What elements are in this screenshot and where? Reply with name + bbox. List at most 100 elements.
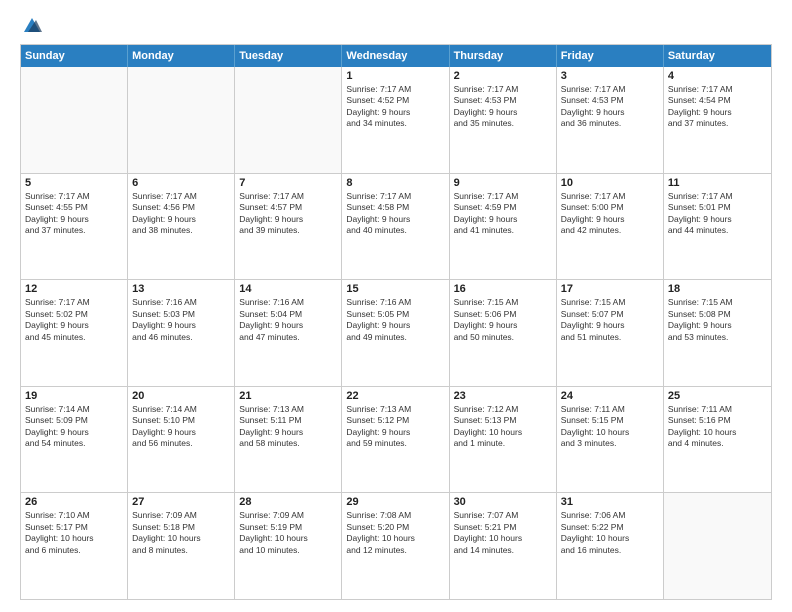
day-number: 29 — [346, 496, 444, 508]
day-number: 26 — [25, 496, 123, 508]
day-number: 1 — [346, 70, 444, 82]
calendar-cell: 26 Sunrise: 7:10 AM Sunset: 5:17 PM Dayli… — [21, 493, 128, 599]
day-number: 6 — [132, 177, 230, 189]
calendar-header-cell: Friday — [557, 45, 664, 67]
day-info: Sunrise: 7:17 AM Sunset: 4:52 PM Dayligh… — [346, 84, 444, 130]
calendar-cell: 13Sunrise: 7:16 AM Sunset: 5:03 PM Dayli… — [128, 280, 235, 386]
day-number: 2 — [454, 70, 552, 82]
calendar-cell: 3 Sunrise: 7:17 AM Sunset: 4:53 PM Daylig… — [557, 67, 664, 173]
calendar-header-cell: Wednesday — [342, 45, 449, 67]
day-info: Sunrise: 7:17 AM Sunset: 4:56 PM Dayligh… — [132, 191, 230, 237]
day-number: 15 — [346, 283, 444, 295]
day-info: Sunrise: 7:13 AM Sunset: 5:11 PM Dayligh… — [239, 404, 337, 450]
page-header — [20, 16, 772, 34]
day-number: 5 — [25, 177, 123, 189]
calendar-cell — [21, 67, 128, 173]
day-number: 7 — [239, 177, 337, 189]
day-number: 18 — [668, 283, 767, 295]
calendar-cell — [664, 493, 771, 599]
day-info: Sunrise: 7:16 AM Sunset: 5:05 PM Dayligh… — [346, 297, 444, 343]
calendar-cell: 22 Sunrise: 7:13 AM Sunset: 5:12 PM Dayli… — [342, 387, 449, 493]
day-number: 30 — [454, 496, 552, 508]
day-info: Sunrise: 7:17 AM Sunset: 5:01 PM Dayligh… — [668, 191, 767, 237]
day-info: Sunrise: 7:08 AM Sunset: 5:20 PM Dayligh… — [346, 510, 444, 556]
day-info: Sunrise: 7:14 AM Sunset: 5:09 PM Dayligh… — [25, 404, 123, 450]
calendar-header-cell: Tuesday — [235, 45, 342, 67]
day-number: 27 — [132, 496, 230, 508]
calendar-row: 19 Sunrise: 7:14 AM Sunset: 5:09 PM Dayli… — [21, 386, 771, 493]
calendar-cell: 12 Sunrise: 7:17 AM Sunset: 5:02 PM Dayli… — [21, 280, 128, 386]
calendar-cell: 7 Sunrise: 7:17 AM Sunset: 4:57 PM Daylig… — [235, 174, 342, 280]
day-number: 25 — [668, 390, 767, 402]
calendar-cell: 25Sunrise: 7:11 AM Sunset: 5:16 PM Dayli… — [664, 387, 771, 493]
day-info: Sunrise: 7:15 AM Sunset: 5:08 PM Dayligh… — [668, 297, 767, 343]
day-number: 19 — [25, 390, 123, 402]
day-number: 31 — [561, 496, 659, 508]
day-number: 21 — [239, 390, 337, 402]
calendar-body: 1 Sunrise: 7:17 AM Sunset: 4:52 PM Daylig… — [21, 67, 771, 599]
day-info: Sunrise: 7:17 AM Sunset: 5:02 PM Dayligh… — [25, 297, 123, 343]
day-info: Sunrise: 7:07 AM Sunset: 5:21 PM Dayligh… — [454, 510, 552, 556]
calendar-cell: 8 Sunrise: 7:17 AM Sunset: 4:58 PM Daylig… — [342, 174, 449, 280]
day-number: 3 — [561, 70, 659, 82]
calendar-cell: 31 Sunrise: 7:06 AM Sunset: 5:22 PM Dayli… — [557, 493, 664, 599]
calendar-cell: 30 Sunrise: 7:07 AM Sunset: 5:21 PM Dayli… — [450, 493, 557, 599]
day-number: 23 — [454, 390, 552, 402]
day-number: 10 — [561, 177, 659, 189]
calendar-cell: 28 Sunrise: 7:09 AM Sunset: 5:19 PM Dayli… — [235, 493, 342, 599]
calendar-row: 26 Sunrise: 7:10 AM Sunset: 5:17 PM Dayli… — [21, 492, 771, 599]
calendar-header-cell: Monday — [128, 45, 235, 67]
day-info: Sunrise: 7:17 AM Sunset: 4:53 PM Dayligh… — [561, 84, 659, 130]
calendar-cell: 19 Sunrise: 7:14 AM Sunset: 5:09 PM Dayli… — [21, 387, 128, 493]
day-info: Sunrise: 7:17 AM Sunset: 4:53 PM Dayligh… — [454, 84, 552, 130]
logo — [20, 16, 42, 34]
calendar-cell: 21 Sunrise: 7:13 AM Sunset: 5:11 PM Dayli… — [235, 387, 342, 493]
day-info: Sunrise: 7:16 AM Sunset: 5:03 PM Dayligh… — [132, 297, 230, 343]
day-info: Sunrise: 7:15 AM Sunset: 5:07 PM Dayligh… — [561, 297, 659, 343]
day-number: 17 — [561, 283, 659, 295]
calendar-row: 5 Sunrise: 7:17 AM Sunset: 4:55 PM Daylig… — [21, 173, 771, 280]
calendar-cell: 14 Sunrise: 7:16 AM Sunset: 5:04 PM Dayli… — [235, 280, 342, 386]
day-info: Sunrise: 7:17 AM Sunset: 4:57 PM Dayligh… — [239, 191, 337, 237]
day-number: 12 — [25, 283, 123, 295]
day-info: Sunrise: 7:13 AM Sunset: 5:12 PM Dayligh… — [346, 404, 444, 450]
day-info: Sunrise: 7:10 AM Sunset: 5:17 PM Dayligh… — [25, 510, 123, 556]
day-info: Sunrise: 7:16 AM Sunset: 5:04 PM Dayligh… — [239, 297, 337, 343]
calendar-cell: 18 Sunrise: 7:15 AM Sunset: 5:08 PM Dayli… — [664, 280, 771, 386]
calendar-cell: 2 Sunrise: 7:17 AM Sunset: 4:53 PM Daylig… — [450, 67, 557, 173]
day-number: 14 — [239, 283, 337, 295]
calendar-cell: 9 Sunrise: 7:17 AM Sunset: 4:59 PM Daylig… — [450, 174, 557, 280]
calendar-cell: 10 Sunrise: 7:17 AM Sunset: 5:00 PM Dayli… — [557, 174, 664, 280]
day-info: Sunrise: 7:17 AM Sunset: 5:00 PM Dayligh… — [561, 191, 659, 237]
calendar-cell: 15 Sunrise: 7:16 AM Sunset: 5:05 PM Dayli… — [342, 280, 449, 386]
calendar-cell: 27 Sunrise: 7:09 AM Sunset: 5:18 PM Dayli… — [128, 493, 235, 599]
day-info: Sunrise: 7:06 AM Sunset: 5:22 PM Dayligh… — [561, 510, 659, 556]
day-number: 11 — [668, 177, 767, 189]
calendar-cell: 24Sunrise: 7:11 AM Sunset: 5:15 PM Dayli… — [557, 387, 664, 493]
day-number: 24 — [561, 390, 659, 402]
day-info: Sunrise: 7:17 AM Sunset: 4:59 PM Dayligh… — [454, 191, 552, 237]
day-info: Sunrise: 7:17 AM Sunset: 4:55 PM Dayligh… — [25, 191, 123, 237]
calendar-cell: 17 Sunrise: 7:15 AM Sunset: 5:07 PM Dayli… — [557, 280, 664, 386]
calendar-cell: 16Sunrise: 7:15 AM Sunset: 5:06 PM Dayli… — [450, 280, 557, 386]
day-info: Sunrise: 7:17 AM Sunset: 4:58 PM Dayligh… — [346, 191, 444, 237]
calendar-row: 1 Sunrise: 7:17 AM Sunset: 4:52 PM Daylig… — [21, 67, 771, 173]
calendar-cell: 23 Sunrise: 7:12 AM Sunset: 5:13 PM Dayli… — [450, 387, 557, 493]
day-number: 28 — [239, 496, 337, 508]
day-number: 22 — [346, 390, 444, 402]
calendar-header: SundayMondayTuesdayWednesdayThursdayFrid… — [21, 45, 771, 67]
day-info: Sunrise: 7:09 AM Sunset: 5:18 PM Dayligh… — [132, 510, 230, 556]
calendar-header-cell: Sunday — [21, 45, 128, 67]
day-number: 8 — [346, 177, 444, 189]
day-info: Sunrise: 7:17 AM Sunset: 4:54 PM Dayligh… — [668, 84, 767, 130]
day-info: Sunrise: 7:09 AM Sunset: 5:19 PM Dayligh… — [239, 510, 337, 556]
calendar-cell: 11 Sunrise: 7:17 AM Sunset: 5:01 PM Dayli… — [664, 174, 771, 280]
day-number: 4 — [668, 70, 767, 82]
day-number: 9 — [454, 177, 552, 189]
calendar-header-cell: Saturday — [664, 45, 771, 67]
logo-icon — [22, 16, 42, 34]
calendar-cell: 1 Sunrise: 7:17 AM Sunset: 4:52 PM Daylig… — [342, 67, 449, 173]
calendar-cell: 4 Sunrise: 7:17 AM Sunset: 4:54 PM Daylig… — [664, 67, 771, 173]
day-info: Sunrise: 7:15 AM Sunset: 5:06 PM Dayligh… — [454, 297, 552, 343]
day-info: Sunrise: 7:12 AM Sunset: 5:13 PM Dayligh… — [454, 404, 552, 450]
